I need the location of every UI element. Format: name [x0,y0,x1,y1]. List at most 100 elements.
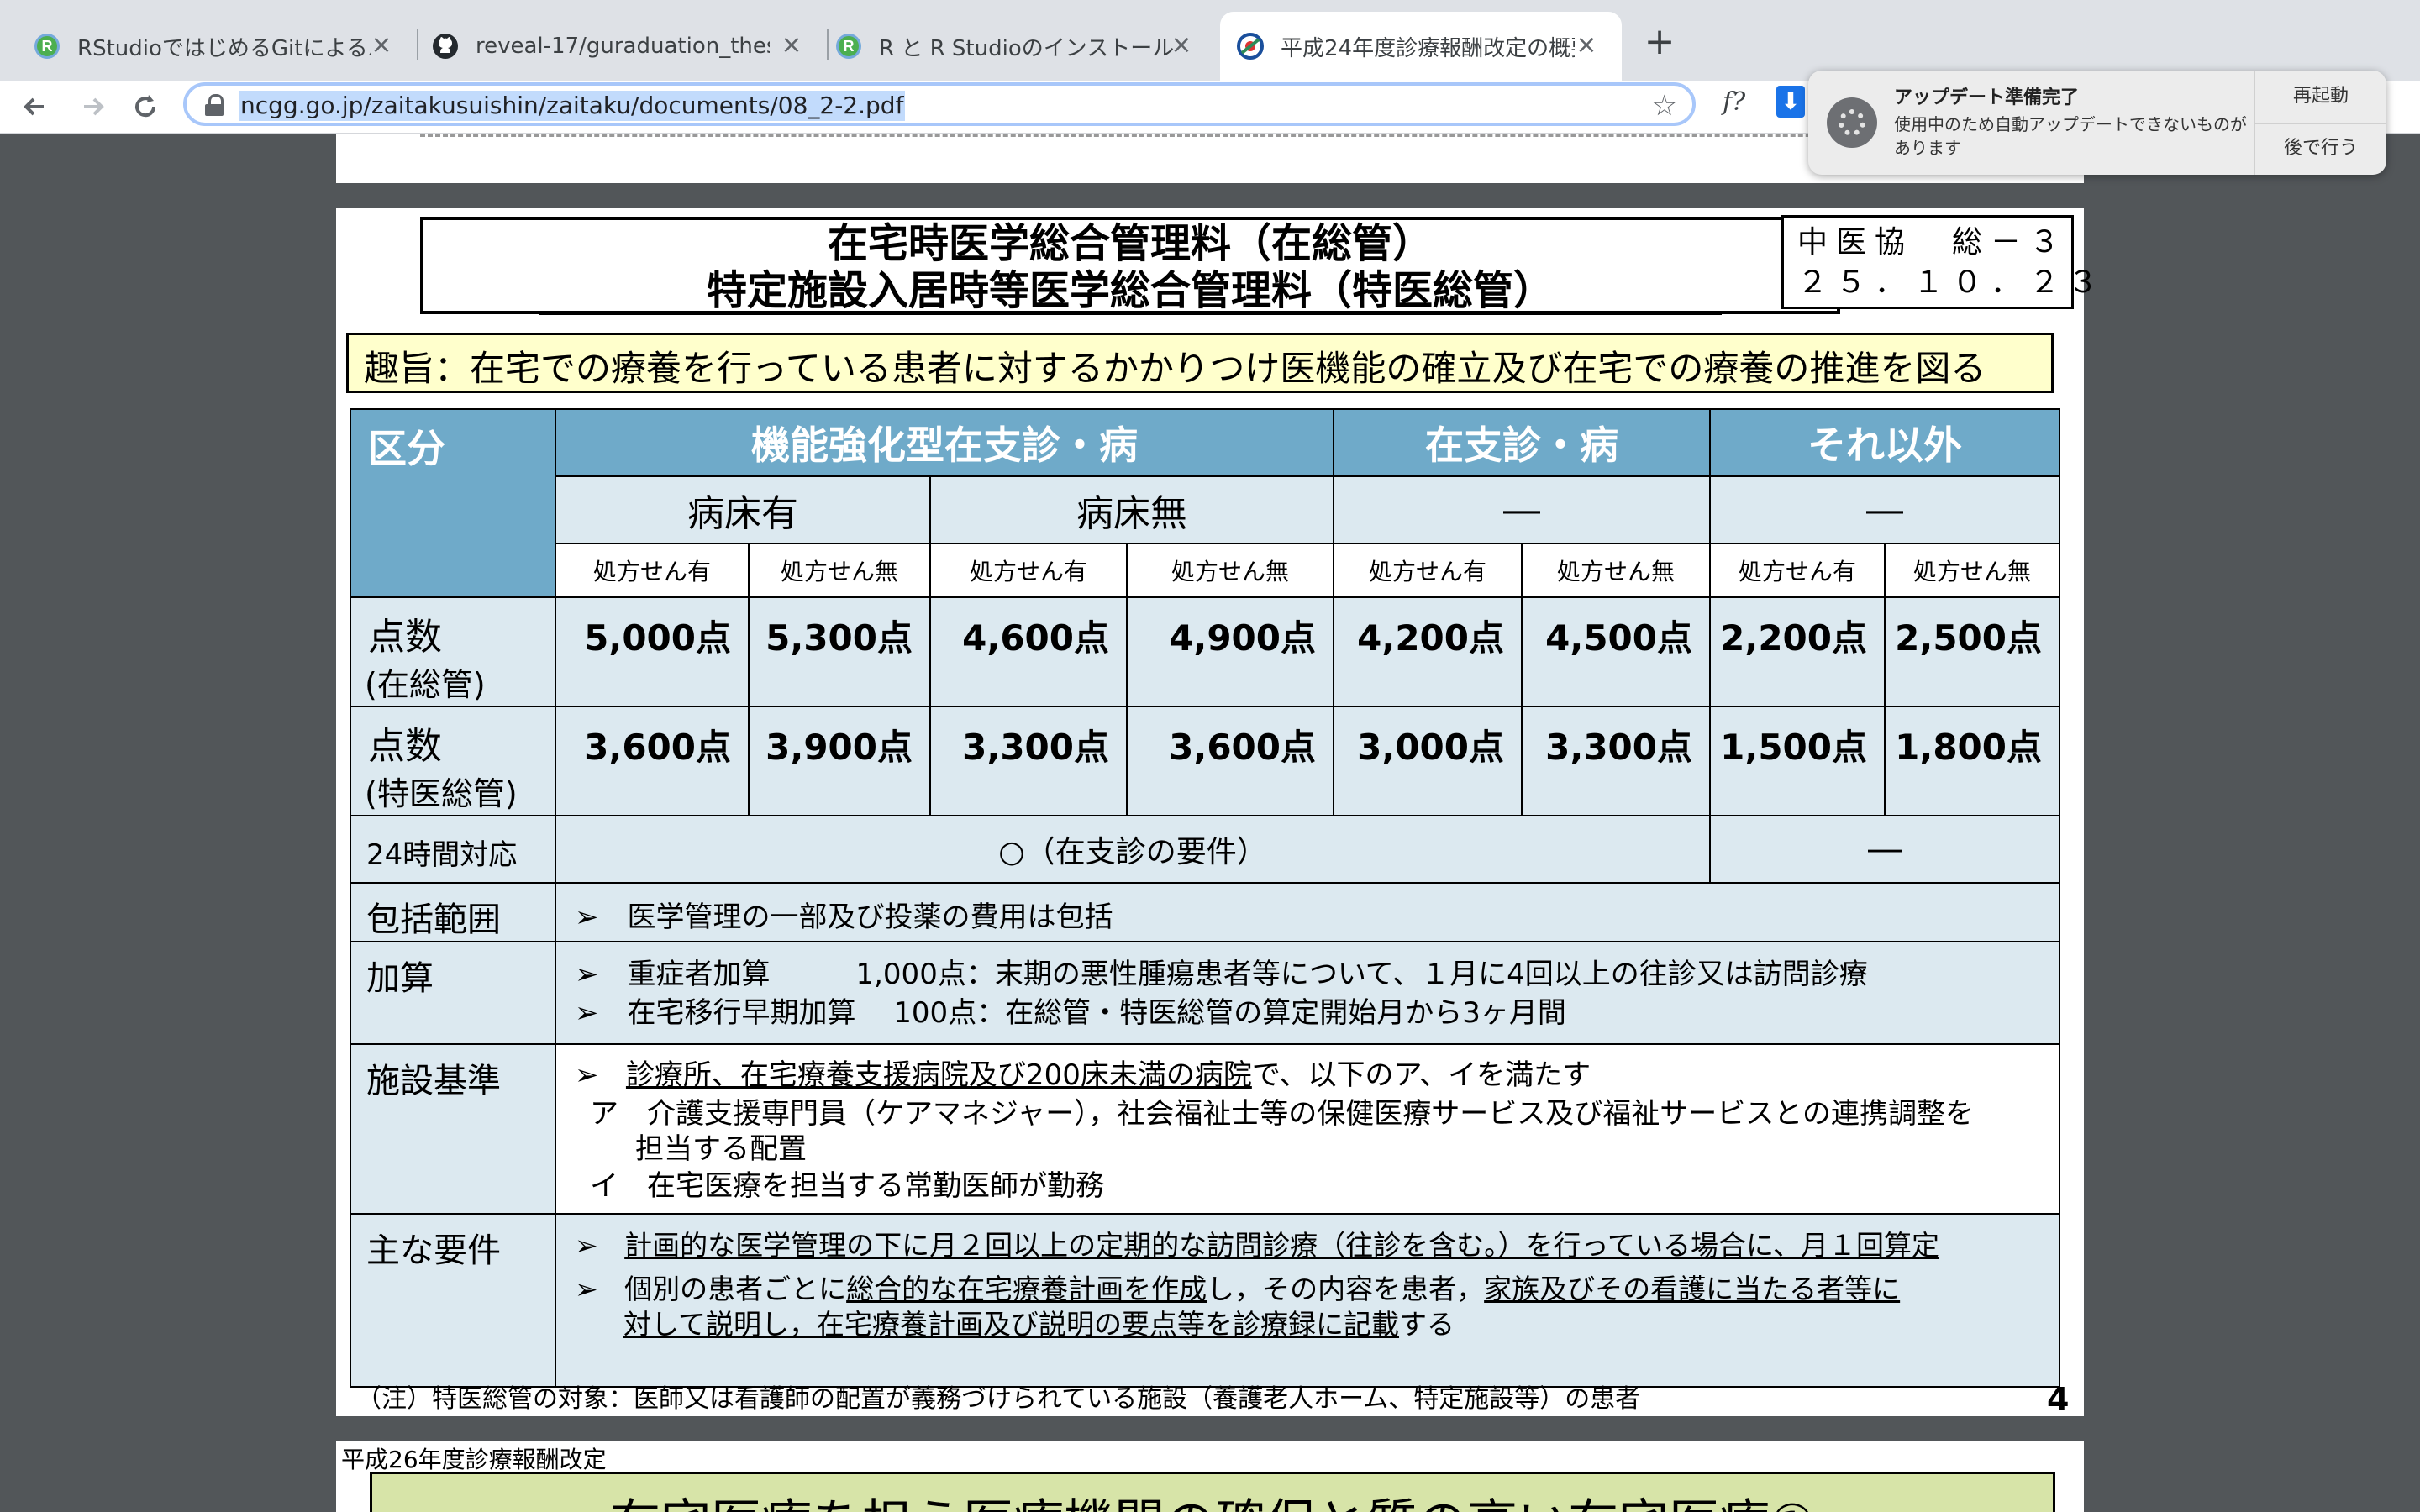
svg-text:R: R [42,38,53,55]
download-extension-icon[interactable]: ⬇ [1776,86,1805,118]
category-header: 区分 [350,408,556,598]
purpose-text: 趣旨：在宅での療養を行っている患者に対するかかりつけ医機能の確立及び在宅での療養… [364,348,1986,389]
score-cell: 3,600点 [1126,706,1334,816]
inclusive-text: ➢ 医学管理の一部及び投薬の費用は包括 [575,900,1113,934]
subgroup-zaishin: ― [1333,475,1711,544]
rx-header: 処方せん有 [1709,543,1886,598]
subgroup-byosho-nashi: 病床無 [929,475,1334,544]
close-icon[interactable]: × [776,30,807,60]
rx-header: 処方せん有 [1333,543,1523,598]
rstudio-icon: R [835,33,862,60]
main-line-1: ➢ 計画的な医学管理の下に月２回以上の定期的な訪問診療（往診を含む。）を行ってい… [575,1229,1940,1262]
row-label-tokuisokan: 点数 (特医総管) [350,706,556,816]
notification-title: アップデート準備完了 [1894,87,2080,108]
24h-requirement: ○（在支診の要件） [555,815,1711,884]
tab-title: RStudioではじめるGitによるバー [77,35,371,61]
close-icon[interactable]: × [1571,30,1602,60]
system-preferences-icon [1827,97,1877,148]
svg-text:R: R [844,38,855,55]
group-header-other: それ以外 [1709,408,2060,477]
score-cell: 5,000点 [555,596,750,707]
new-tab-button[interactable]: + [1639,17,1681,67]
facility-line-3: 担当する配置 [635,1132,807,1166]
score-cell: 3,600点 [555,706,750,816]
restart-button[interactable]: 再起動 [2255,71,2386,123]
title-line-1: 在宅時医学総合管理料（在総管） [827,220,1433,267]
main-line-3: 対して説明し，在宅療養計画及び説明の要点等を診療録に記載する [623,1308,1455,1341]
score-cell: 1,500点 [1709,706,1886,816]
gov-icon [1237,33,1264,60]
tab-strip: R RStudioではじめるGitによるバー × reveal-17/gurad… [0,0,2420,81]
next-page-title: 平成26年度診療報酬改定 [341,1446,607,1473]
address-bar[interactable]: ncgg.go.jp/zaitakusuishin/zaitaku/docume… [183,82,1696,126]
tab-title: reveal-17/guraduation_thesis [476,34,770,59]
score-cell: 3,000点 [1333,706,1523,816]
tab-shinryo-hoshu[interactable]: 平成24年度診療報酬改定の概要 × [1220,12,1622,81]
forward-icon[interactable] [71,86,113,128]
score-cell: 2,500点 [1884,596,2060,707]
formula-extension-icon[interactable]: f? [1723,87,1745,117]
facility-line-1: ➢ 診療所、在宅療養支援病院及び200床未満の病院で、以下のア、イを満たす [575,1058,1591,1092]
score-cell: 4,500点 [1521,596,1711,707]
row-label-inclusive: 包括範囲 [350,882,556,942]
main-requirements-cell: ➢ 計画的な医学管理の下に月２回以上の定期的な訪問診療（往診を含む。）を行ってい… [555,1213,2060,1388]
slide-title: 在宅時医学総合管理料（在総管） 特定施設入居時等医学総合管理料（特医総管） [420,217,1840,315]
lock-icon[interactable] [205,94,224,116]
score-cell: 4,900点 [1126,596,1334,707]
tab-r-install[interactable]: R R と R Studioのインストール - ( × [827,12,1217,81]
subgroup-byosho-ari: 病床有 [555,475,931,544]
subgroup-other: ― [1709,475,2060,544]
back-icon[interactable] [15,86,57,128]
group-header-kyoka: 機能強化型在支診・病 [555,408,1334,477]
dashed-line [420,134,2000,137]
doc-id-line-2: ２５．１０．２３ [1797,265,2107,300]
notification-body: 使用中のため自動アップデートできないものがあります [1894,114,2247,158]
rx-header: 処方せん有 [555,543,750,598]
update-notification: アップデート準備完了 使用中のため自動アップデートできないものがあります 再起動… [1808,71,2386,175]
inclusive-text-cell: ➢ 医学管理の一部及び投薬の費用は包括 [555,882,2060,942]
close-icon[interactable]: × [366,30,397,60]
pdf-page: 在宅時医学総合管理料（在総管） 特定施設入居時等医学総合管理料（特医総管） 中医… [336,208,2107,1418]
later-button[interactable]: 後で行う [2255,123,2386,175]
rx-header: 処方せん有 [929,543,1128,598]
row-label-addition: 加算 [350,941,556,1045]
score-cell: 4,600点 [929,596,1128,707]
row-label-24h: 24時間対応 [350,815,556,884]
score-cell: 3,900点 [748,706,931,816]
main-line-2: ➢ 個別の患者ごとに総合的な在宅療養計画を作成し，その内容を患者，家族及びその看… [575,1273,1901,1305]
score-cell: 2,200点 [1709,596,1886,707]
score-cell: 4,200点 [1333,596,1523,707]
reload-icon[interactable] [124,86,166,128]
pdf-page-next: 平成26年度診療報酬改定 在宅医療を担う医療機関の確保と質の高い在宅医療① [336,1441,2084,1512]
title-line-2: 特定施設入居時等医学総合管理料（特医総管） [538,270,1722,315]
score-cell: 1,800点 [1884,706,2060,816]
document-id-box: 中医協 総－３ ２５．１０．２３ [1781,215,2107,309]
facility-line-4: イ 在宅医療を担当する常勤医師が勤務 [590,1169,1104,1203]
doc-id-line-1: 中医協 総－３ [1797,225,2069,260]
rx-header: 処方せん無 [748,543,931,598]
page-number: 4 [2047,1381,2070,1418]
close-icon[interactable]: × [1166,30,1197,60]
url-text[interactable]: ncgg.go.jp/zaitakusuishin/zaitaku/docume… [239,91,906,121]
addition-line-2: ➢ 在宅移行早期加算 100点：在総管・特医総管の算定開始月から3ヶ月間 [575,996,1566,1030]
score-cell: 5,300点 [748,596,931,707]
24h-other: ― [1709,815,2060,884]
footnote: （注）特医総管の対象：医師又は看護師の配置が義務づけられている施設（養護老人ホー… [356,1384,1641,1414]
fee-table: 区分 機能強化型在支診・病 在支診・病 それ以外 病床有 病床無 ― ― 処方せ… [350,408,2060,1388]
row-label-zaisokan: 点数 (在総管) [350,596,556,707]
tab-github-thesis[interactable]: reveal-17/guraduation_thesis × [417,12,827,81]
bookmark-star-icon[interactable]: ☆ [1652,89,1677,123]
tab-rstudio-git[interactable]: R RStudioではじめるGitによるバー × [0,12,417,81]
addition-cell: ➢ 重症者加算 1,000点：末期の悪性腫瘍患者等について、１月に4回以上の往診… [555,941,2060,1045]
rx-header: 処方せん無 [1126,543,1334,598]
tab-title: R と R Studioのインストール - ( [879,35,1173,61]
addition-line-1: ➢ 重症者加算 1,000点：末期の悪性腫瘍患者等について、１月に4回以上の往診… [575,958,1868,991]
row-label-facility: 施設基準 [350,1043,556,1215]
tab-title: 平成24年度診療報酬改定の概要 [1281,35,1575,61]
rstudio-icon: R [34,33,60,60]
github-icon [432,33,459,60]
group-header-zaishin: 在支診・病 [1333,408,1711,477]
rx-header: 処方せん無 [1884,543,2060,598]
rx-header: 処方せん無 [1521,543,1711,598]
score-cell: 3,300点 [1521,706,1711,816]
